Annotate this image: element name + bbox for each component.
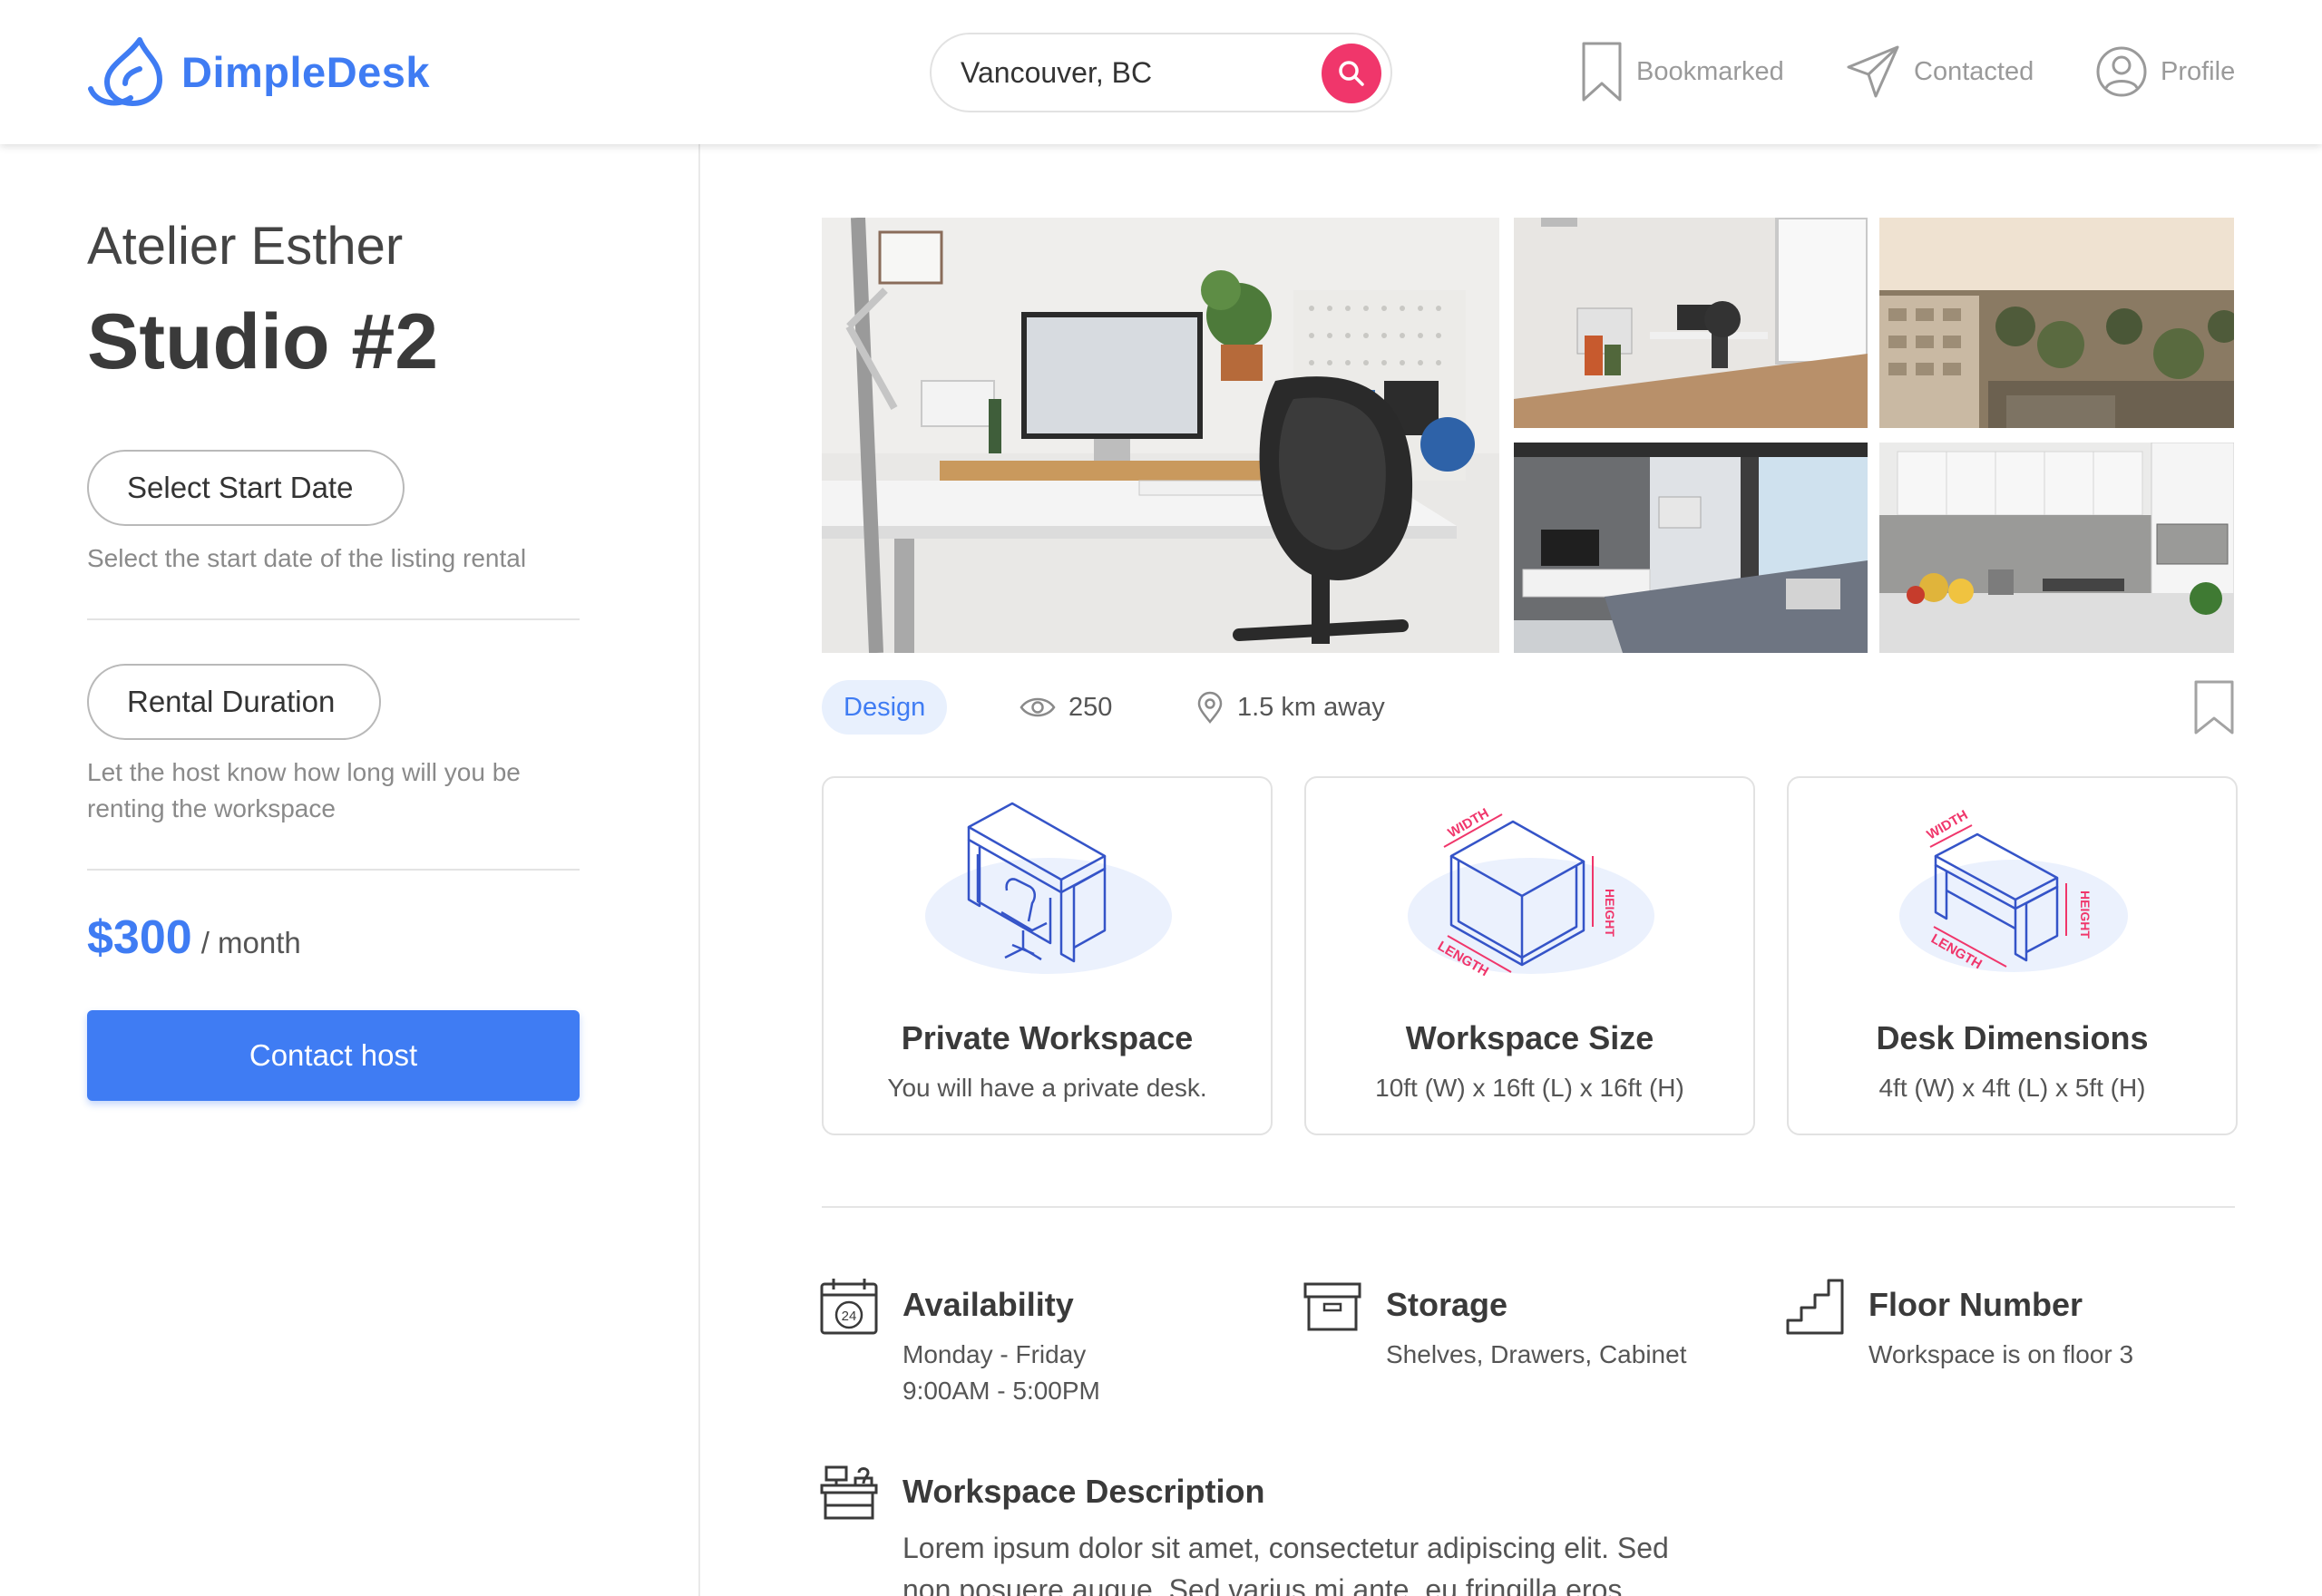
location-pin-icon <box>1197 691 1223 724</box>
rental-duration-button[interactable]: Rental Duration <box>87 664 381 740</box>
nav-profile[interactable]: Profile <box>2095 42 2235 102</box>
price-unit: / month <box>200 926 301 959</box>
select-start-date-button[interactable]: Select Start Date <box>87 450 405 526</box>
logo-icon <box>88 37 162 106</box>
archive-box-icon <box>1303 1282 1361 1331</box>
bookmark-icon <box>1582 42 1622 102</box>
search-button[interactable] <box>1322 44 1381 103</box>
feature-text: Shelves, Drawers, Cabinet <box>1386 1340 1687 1368</box>
feature-text: Monday - Friday 9:00AM - 5:00PM <box>902 1337 1100 1409</box>
room-size-illustration: WIDTH HEIGHT LENGTH <box>1408 805 1654 979</box>
bookmark-listing-button[interactable] <box>2193 680 2235 739</box>
gallery-photo-2[interactable] <box>1514 218 1868 428</box>
bookmark-icon <box>2194 680 2234 735</box>
card-subtitle: You will have a private desk. <box>887 1074 1207 1102</box>
user-circle-icon <box>2096 46 2147 97</box>
sidebar-divider <box>698 144 700 1596</box>
kitchen-photo <box>1879 443 2234 653</box>
feature-card-workspace-size: WIDTH HEIGHT LENGTH Workspace Size 10ft … <box>1304 776 1755 1135</box>
section-divider <box>822 1206 2235 1208</box>
card-subtitle: 4ft (W) x 4ft (L) x 5ft (H) <box>1878 1074 2146 1102</box>
gallery-photo-3[interactable] <box>1879 218 2234 428</box>
calendar-24-label: 24 <box>842 1309 857 1324</box>
distance: 1.5 km away <box>1195 682 1385 733</box>
top-navbar: DimpleDesk Vancouver, BC Bookmarked Cont… <box>0 0 2322 144</box>
start-date-help: Select the start date of the listing ren… <box>87 544 527 572</box>
gallery-photo-5[interactable] <box>1879 443 2234 653</box>
card-subtitle: 10ft (W) x 16ft (L) x 16ft (H) <box>1375 1074 1684 1102</box>
availability-hours: 9:00AM - 5:00PM <box>902 1377 1100 1405</box>
availability-days: Monday - Friday <box>902 1340 1087 1368</box>
paper-plane-icon <box>1847 45 1899 98</box>
location-search[interactable]: Vancouver, BC <box>930 33 1392 112</box>
private-desk-illustration <box>925 802 1172 974</box>
card-title: Desk Dimensions <box>1876 1019 2149 1056</box>
nav-bookmarked[interactable]: Bookmarked <box>1580 42 1784 102</box>
calendar-icon: 24 <box>820 1279 878 1335</box>
height-label: HEIGHT <box>2078 890 2093 939</box>
city-view-photo <box>1879 218 2234 428</box>
desk-size-illustration: WIDTH HEIGHT LENGTH <box>1899 807 2128 972</box>
card-title: Workspace Size <box>1405 1019 1654 1056</box>
nav-bookmarked-label: Bookmarked <box>1636 56 1784 86</box>
sidebar-divider-2 <box>87 869 580 871</box>
feature-card-private-workspace: Private Workspace You will have a privat… <box>822 776 1273 1135</box>
nav-profile-label: Profile <box>2161 56 2236 86</box>
feature-card-desk-dimensions: WIDTH HEIGHT LENGTH Desk Dimensions 4ft … <box>1787 776 2238 1135</box>
price: $300 / month <box>87 910 301 965</box>
eye-icon <box>1020 697 1056 717</box>
contact-host-button[interactable]: Contact host <box>87 1010 580 1101</box>
description-text: Lorem ipsum dolor sit amet, consectetur … <box>902 1532 1669 1596</box>
view-count-value: 250 <box>1068 692 1113 722</box>
nav-contacted-label: Contacted <box>1914 56 2034 86</box>
view-count: 250 <box>1020 682 1112 733</box>
feature-title: Storage <box>1386 1286 1508 1323</box>
gallery-photo-4[interactable] <box>1514 443 1868 653</box>
listing-title: Studio #2 <box>87 298 439 385</box>
desk-icon <box>820 1465 878 1520</box>
nav-contacted[interactable]: Contacted <box>1845 42 2034 102</box>
office-desk-photo <box>822 218 1499 653</box>
category-tag[interactable]: Design <box>822 680 948 735</box>
duration-help: Let the host know how long will you be r… <box>87 758 521 822</box>
feature-text: Workspace is on floor 3 <box>1868 1340 2134 1368</box>
gallery-photo-main[interactable] <box>822 218 1499 653</box>
feature-title: Floor Number <box>1868 1286 2083 1323</box>
distance-value: 1.5 km away <box>1237 692 1385 722</box>
sidebar-divider-1 <box>87 618 580 620</box>
search-input[interactable]: Vancouver, BC <box>961 56 1152 90</box>
search-icon <box>1339 61 1364 86</box>
height-label: HEIGHT <box>1603 889 1617 937</box>
price-amount: $300 <box>87 911 192 964</box>
brand-name: DimpleDesk <box>181 47 431 96</box>
description-title: Workspace Description <box>902 1473 1265 1510</box>
host-name: Atelier Esther <box>87 217 404 276</box>
living-room-photo <box>1514 443 1868 653</box>
card-title: Private Workspace <box>901 1019 1194 1056</box>
stairs-icon <box>1786 1279 1844 1335</box>
feature-title: Availability <box>902 1286 1074 1323</box>
brand-logo[interactable]: DimpleDesk <box>87 34 430 109</box>
room-photo <box>1514 218 1868 428</box>
